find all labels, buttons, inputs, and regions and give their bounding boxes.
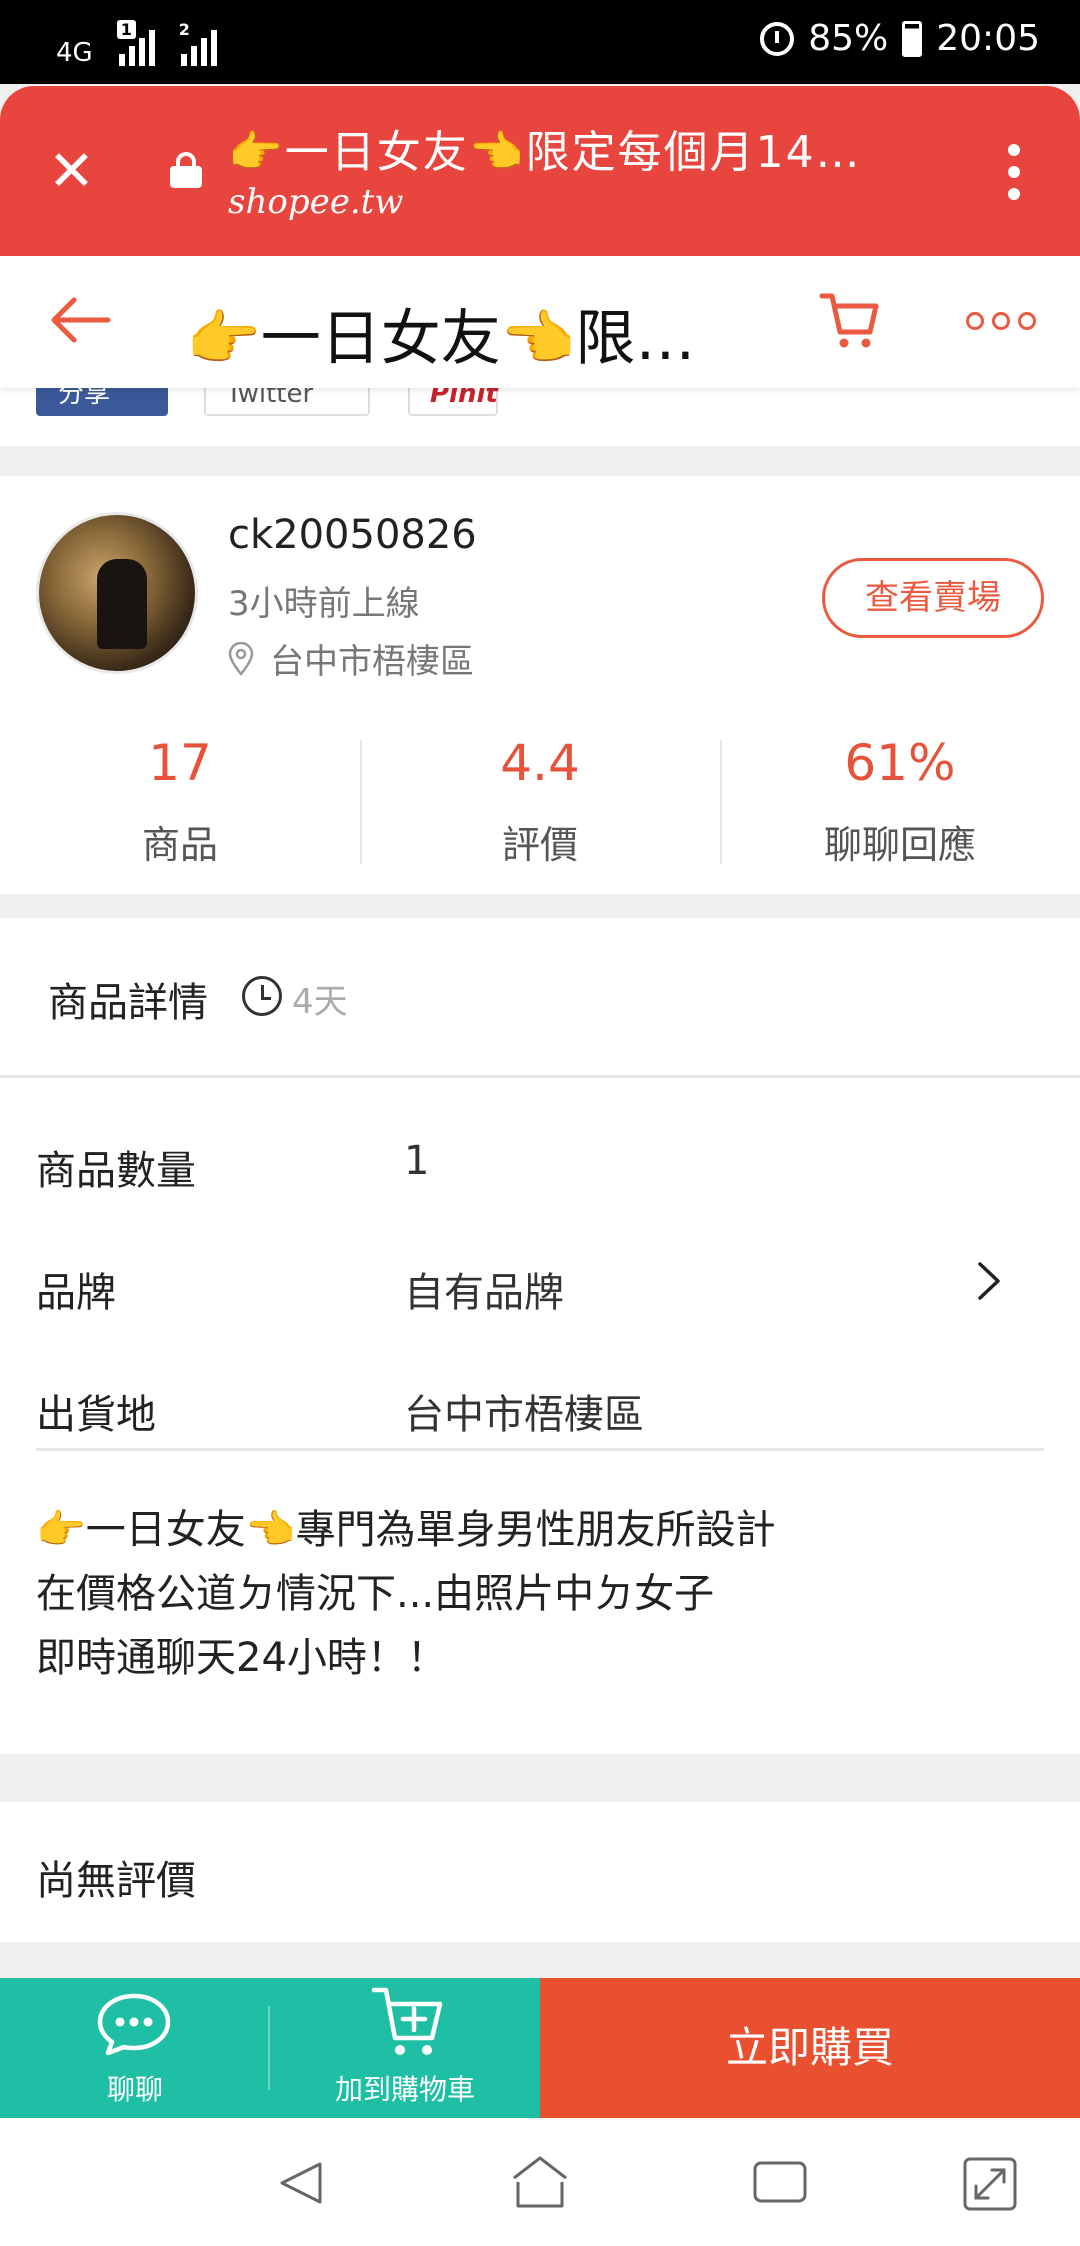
product-details: 商品詳情 4天 商品數量 1 品牌 自有品牌 出貨地 台中市梧棲區 👉一日女友👈… <box>0 918 1080 1754</box>
spec-row-quantity: 商品數量 1 <box>0 1102 1080 1222</box>
status-right: 85% 20:05 <box>760 18 1040 59</box>
add-to-cart-icon <box>371 1987 443 2055</box>
alarm-icon <box>760 21 795 56</box>
add-to-cart-label: 加到購物車 <box>334 2073 475 2106</box>
nav-fullscreen-icon[interactable] <box>962 2156 1018 2212</box>
status-left: 4G 1 2 <box>56 16 217 66</box>
spec-key: 品牌 <box>36 1270 116 1316</box>
location-pin-icon <box>228 641 254 676</box>
clock-icon <box>242 976 282 1016</box>
lock-icon[interactable] <box>170 152 202 188</box>
nav-home-icon[interactable] <box>510 2154 570 2210</box>
browser-domain: shopee.tw <box>228 182 404 222</box>
no-reviews-text: 尚無評價 <box>36 1858 196 1904</box>
chevron-right-icon[interactable] <box>976 1260 1002 1302</box>
stat-value: 4.4 <box>500 734 580 792</box>
app-header: 👉一日女友👈限定... <box>0 256 1080 388</box>
nav-back-icon[interactable] <box>276 2158 326 2208</box>
system-nav-bar <box>0 2118 1080 2246</box>
cart-icon[interactable] <box>818 288 882 352</box>
sim2-badge: 2 <box>178 20 190 39</box>
description-line: 在價格公道ㄉ情況下...由照片中ㄉ女子 <box>36 1571 715 1617</box>
share-strip: 分享 Twitter Pinit <box>0 388 1080 446</box>
reviews-section: 尚無評價 <box>0 1802 1080 1942</box>
spec-value: 1 <box>404 1138 430 1184</box>
divider <box>36 1448 1044 1451</box>
network-indicator: 4G <box>56 38 93 68</box>
clock: 20:05 <box>936 18 1040 59</box>
spec-key: 出貨地 <box>36 1392 156 1438</box>
seller-card: ck20050826 3小時前上線 台中市梧棲區 查看賣場 17 商品 4.4 … <box>0 476 1080 894</box>
facebook-share-button[interactable]: 分享 <box>36 388 168 416</box>
sim1-badge: 1 <box>116 20 136 39</box>
add-to-cart-button[interactable]: 加到購物車 <box>270 1978 540 2118</box>
stat-rating[interactable]: 4.4 評價 <box>360 730 720 870</box>
back-arrow-icon[interactable] <box>48 296 112 344</box>
signal-sim1-icon: 1 <box>116 20 155 66</box>
seller-name: ck20050826 <box>228 512 477 558</box>
description-line: 即時通聊天24小時！！ <box>36 1635 447 1681</box>
product-description: 👉一日女友👈專門為單身男性朋友所設計 在價格公道ㄉ情況下...由照片中ㄉ女子 即… <box>36 1498 776 1690</box>
description-line: 👉一日女友👈專門為單身男性朋友所設計 <box>36 1507 776 1553</box>
stat-value: 17 <box>148 734 212 792</box>
close-icon[interactable]: ✕ <box>48 144 95 200</box>
seller-location: 台中市梧棲區 <box>228 634 474 683</box>
battery-icon <box>902 20 923 57</box>
chat-label: 聊聊 <box>106 2073 163 2106</box>
battery-percent: 85% <box>808 18 889 59</box>
more-horiz-icon[interactable] <box>966 312 1036 330</box>
stat-label: 評價 <box>501 823 578 867</box>
stat-chat-response[interactable]: 61% 聊聊回應 <box>720 730 1080 870</box>
spec-value: 台中市梧棲區 <box>404 1392 644 1438</box>
details-title: 商品詳情 <box>48 980 208 1026</box>
avatar[interactable] <box>36 512 198 674</box>
spec-key: 商品數量 <box>36 1148 196 1194</box>
signal-sim2-icon: 2 <box>179 20 217 66</box>
seller-location-text: 台中市梧棲區 <box>270 642 474 682</box>
buy-now-button[interactable]: 立即購買 <box>540 1978 1080 2118</box>
browser-toolbar: ✕ 👉一日女友👈限定每個月14… shopee.tw <box>0 86 1080 256</box>
chat-button[interactable]: 聊聊 <box>0 1978 270 2118</box>
spec-row-brand[interactable]: 品牌 自有品牌 <box>0 1224 1080 1344</box>
status-bar: 4G 1 2 85% 20:05 <box>0 0 1080 84</box>
chat-bubble-icon <box>97 1993 171 2056</box>
nav-recents-icon[interactable] <box>752 2160 808 2204</box>
browser-page-title: 👉一日女友👈限定每個月14… <box>228 127 862 178</box>
bottom-action-bar: 聊聊 加到購物車 立即購買 <box>0 1978 1080 2118</box>
twitter-share-button[interactable]: Twitter <box>204 388 370 416</box>
stat-label: 商品 <box>141 823 218 867</box>
stat-label: 聊聊回應 <box>823 823 976 867</box>
details-header: 商品詳情 4天 <box>0 918 1080 1078</box>
seller-last-online: 3小時前上線 <box>228 584 420 624</box>
view-shop-button[interactable]: 查看賣場 <box>822 558 1044 638</box>
page-title: 👉一日女友👈限定... <box>186 304 746 374</box>
listing-age: 4天 <box>292 982 348 1022</box>
spec-value: 自有品牌 <box>404 1270 564 1316</box>
stat-products[interactable]: 17 商品 <box>0 730 360 870</box>
pinterest-share-button[interactable]: Pinit <box>408 388 498 416</box>
stat-value: 61% <box>844 734 956 792</box>
seller-stats: 17 商品 4.4 評價 61% 聊聊回應 <box>0 730 1080 870</box>
more-vert-icon[interactable] <box>1008 144 1020 200</box>
